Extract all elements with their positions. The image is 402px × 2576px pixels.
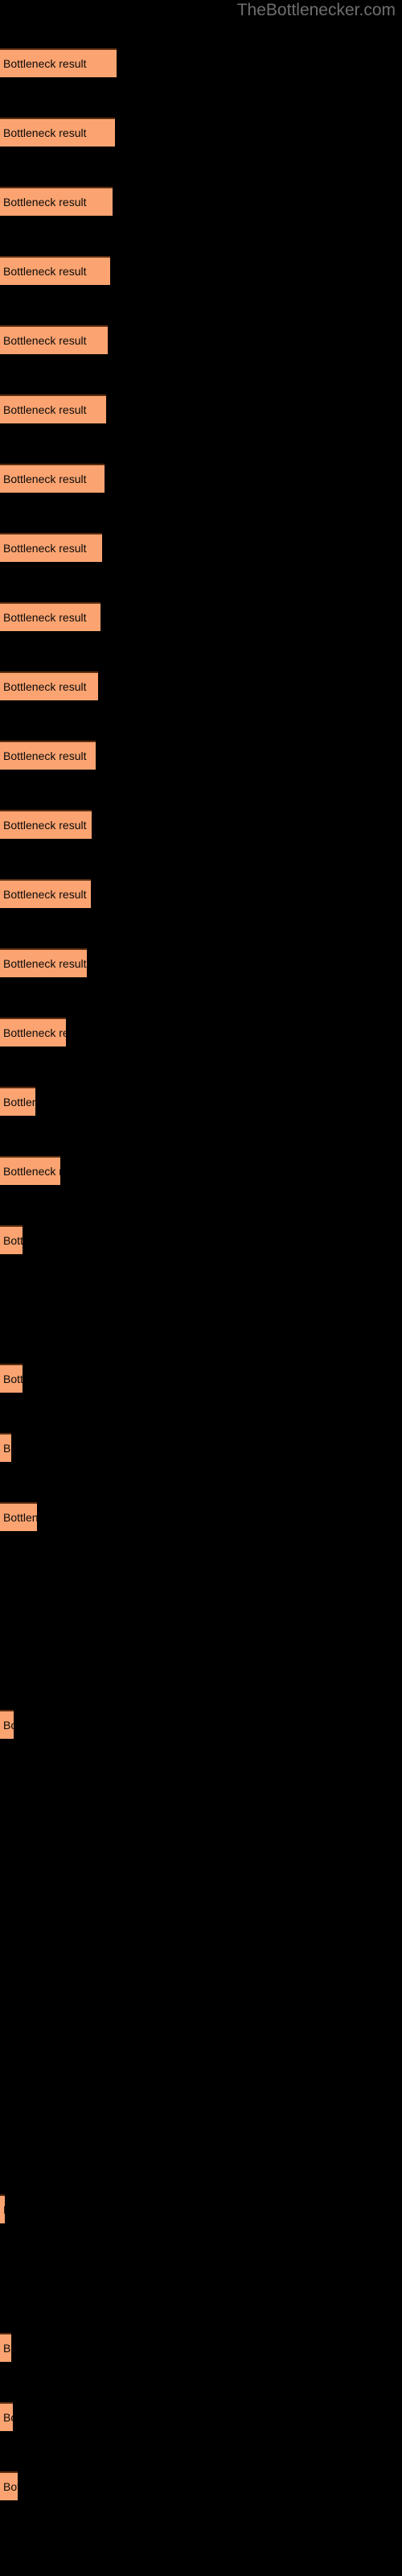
bar-row: Bottleneck result <box>0 48 117 77</box>
bar-13[interactable]: Bottleneck result <box>0 879 91 908</box>
bar-label: Bottleneck result <box>3 265 87 278</box>
bar-18[interactable]: Bottleneck result <box>0 1225 23 1254</box>
bar-20[interactable]: Bottleneck result <box>0 1433 11 1462</box>
bar-chart: Bottleneck result Bottleneck result Bottle… <box>0 0 402 2576</box>
bar-9[interactable]: Bottleneck result <box>0 602 100 631</box>
bar-22[interactable]: Bottleneck result <box>0 1710 14 1739</box>
bar-row: Bottleneck result <box>0 1364 23 1393</box>
bar-15[interactable]: Bottleneck result <box>0 1018 66 1046</box>
bar-row: Bottleneck result <box>0 394 106 423</box>
bar-row: Bottleneck result <box>0 671 98 700</box>
bar-label: Bottleneck result <box>3 1442 11 1455</box>
bar-row: Bottleneck result <box>0 1087 35 1116</box>
bar-21[interactable]: Bottleneck result <box>0 1502 37 1531</box>
bar-label: Bottleneck result <box>3 680 87 693</box>
bar-label: Bottleneck result <box>3 334 87 347</box>
bar-label: Bottleneck result <box>3 1165 60 1178</box>
bar-23[interactable]: Bottleneck result <box>0 2194 5 2223</box>
bar-label: Bottleneck result <box>3 957 87 970</box>
bar-label: Bottleneck result <box>3 1511 37 1524</box>
bar-14[interactable]: Bottleneck result <box>0 948 87 977</box>
bar-19[interactable]: Bottleneck result <box>0 1364 23 1393</box>
bar-label: Bottleneck result <box>3 611 87 624</box>
bar-label: Bottleneck result <box>3 57 87 70</box>
bar-label: Bottleneck result <box>3 126 87 139</box>
bar-label: Bottleneck result <box>3 1026 66 1039</box>
bar-7[interactable]: Bottleneck result <box>0 464 105 493</box>
bar-label: Bottleneck result <box>3 1719 14 1732</box>
bar-24[interactable]: Bottleneck result <box>0 2333 11 2362</box>
chart-page: TheBottlenecker.com Bottleneck result Bot… <box>0 0 402 2576</box>
bar-row: Bottleneck result <box>0 1225 23 1254</box>
bar-16[interactable]: Bottleneck result <box>0 1087 35 1116</box>
bar-row: Bottleneck result <box>0 464 105 493</box>
bar-label: Bottleneck result <box>3 196 87 208</box>
bar-row: Bottleneck result <box>0 2402 13 2431</box>
bar-1[interactable]: Bottleneck result <box>0 48 117 77</box>
bar-row: Bottleneck result <box>0 1433 11 1462</box>
bar-4[interactable]: Bottleneck result <box>0 256 110 285</box>
bar-row: Bottleneck result <box>0 1156 60 1185</box>
bar-row: Bottleneck result <box>0 2194 5 2223</box>
bar-label: Bottleneck result <box>3 473 87 485</box>
bar-8[interactable]: Bottleneck result <box>0 533 102 562</box>
bar-row: Bottleneck result <box>0 602 100 631</box>
bar-row: Bottleneck result <box>0 118 115 147</box>
bar-row: Bottleneck result <box>0 948 87 977</box>
bar-label: Bottleneck result <box>3 2203 5 2216</box>
bar-label: Bottleneck result <box>3 2480 18 2493</box>
bar-label: Bottleneck result <box>3 542 87 555</box>
bar-row: Bottleneck result <box>0 810 92 839</box>
bar-row: Bottleneck result <box>0 187 113 216</box>
bar-label: Bottleneck result <box>3 888 87 901</box>
bar-row: Bottleneck result <box>0 1502 37 1531</box>
bar-row: Bottleneck result <box>0 533 102 562</box>
bar-3[interactable]: Bottleneck result <box>0 187 113 216</box>
bar-row: Bottleneck result <box>0 1018 66 1046</box>
bar-label: Bottleneck result <box>3 2411 13 2424</box>
bar-17[interactable]: Bottleneck result <box>0 1156 60 1185</box>
bar-row: Bottleneck result <box>0 741 96 770</box>
bar-row: Bottleneck result <box>0 256 110 285</box>
bar-12[interactable]: Bottleneck result <box>0 810 92 839</box>
bar-label: Bottleneck result <box>3 403 87 416</box>
bar-row: Bottleneck result <box>0 325 108 354</box>
bar-label: Bottleneck result <box>3 1234 23 1247</box>
bar-row: Bottleneck result <box>0 879 91 908</box>
bar-5[interactable]: Bottleneck result <box>0 325 108 354</box>
bar-row: Bottleneck result <box>0 2471 18 2500</box>
bar-11[interactable]: Bottleneck result <box>0 741 96 770</box>
bar-6[interactable]: Bottleneck result <box>0 394 106 423</box>
bar-row: Bottleneck result <box>0 2333 11 2362</box>
bar-26[interactable]: Bottleneck result <box>0 2471 18 2500</box>
bar-10[interactable]: Bottleneck result <box>0 671 98 700</box>
bar-label: Bottleneck result <box>3 1096 35 1108</box>
bar-label: Bottleneck result <box>3 2342 11 2355</box>
bar-label: Bottleneck result <box>3 749 87 762</box>
bar-label: Bottleneck result <box>3 1373 23 1385</box>
bar-2[interactable]: Bottleneck result <box>0 118 115 147</box>
bar-25[interactable]: Bottleneck result <box>0 2402 13 2431</box>
bar-row: Bottleneck result <box>0 1710 14 1739</box>
bar-label: Bottleneck result <box>3 819 87 832</box>
